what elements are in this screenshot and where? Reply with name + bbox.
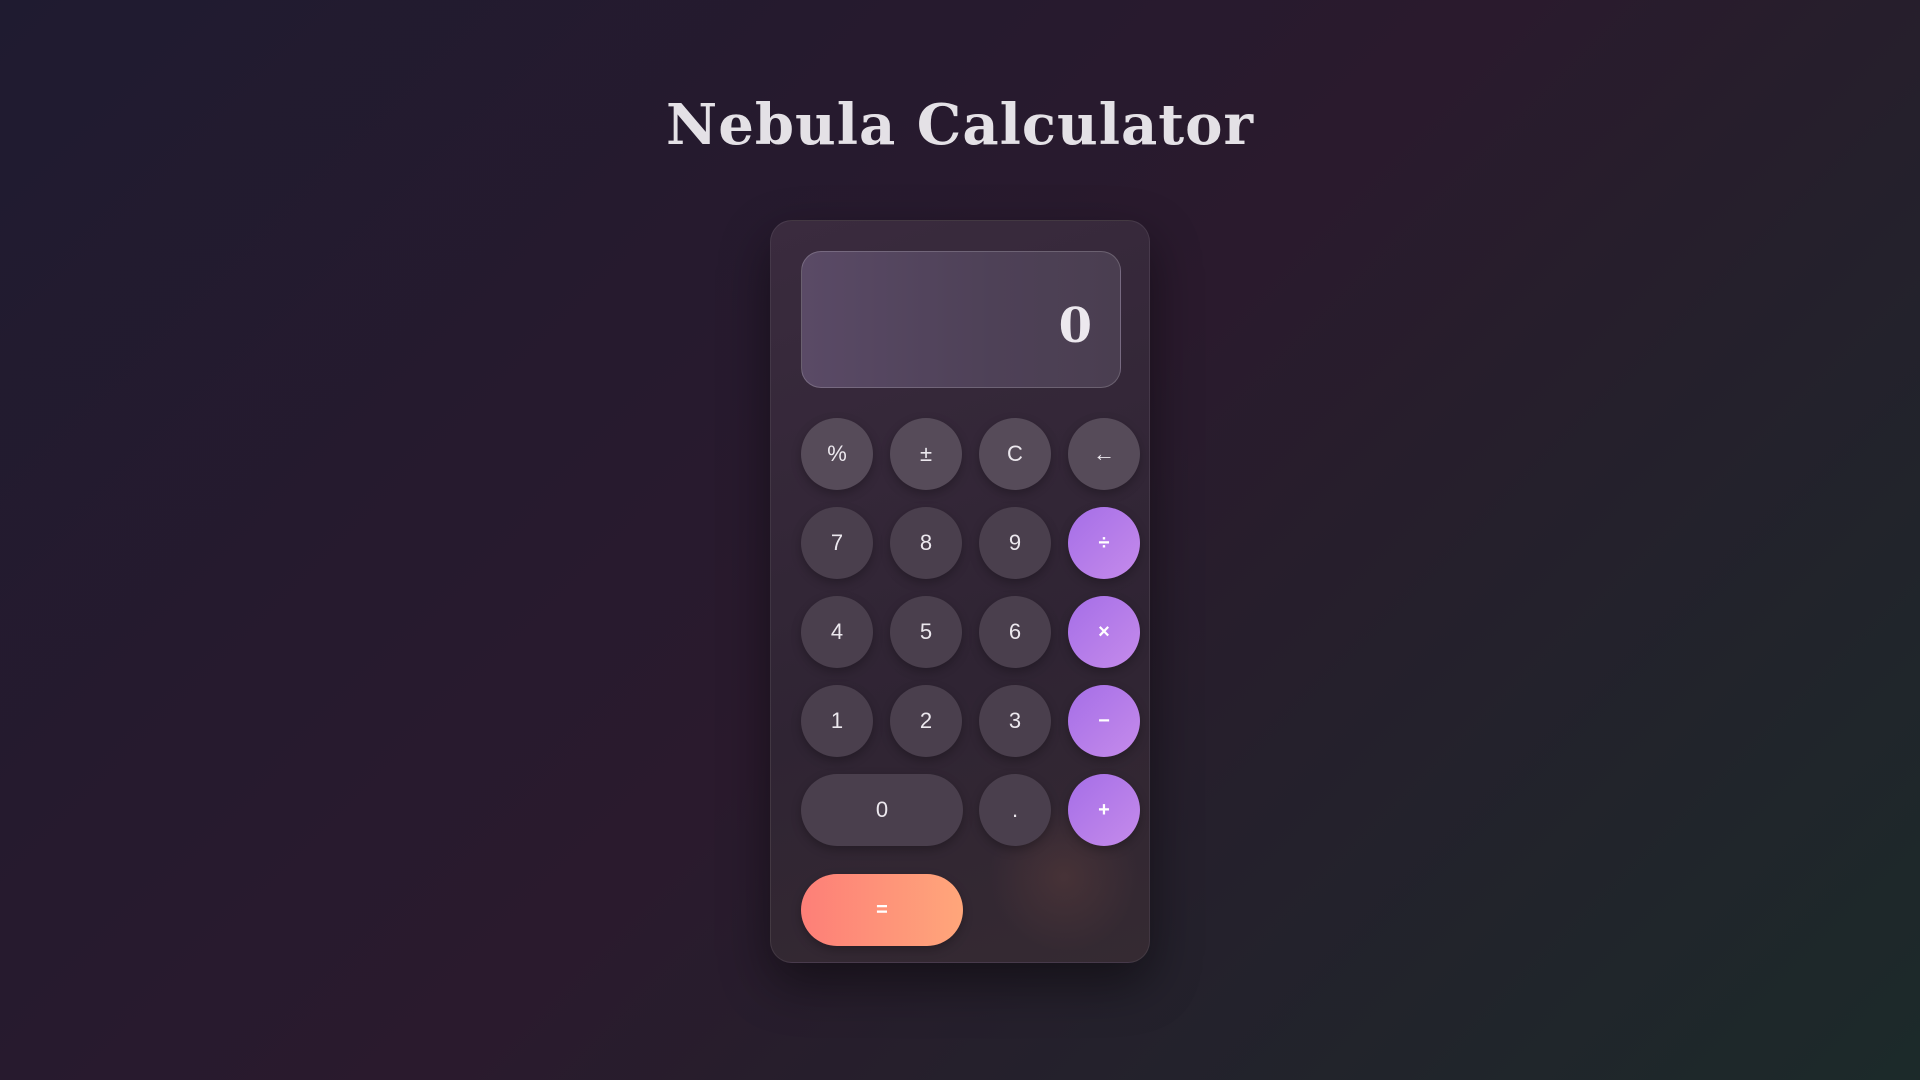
backspace-button[interactable]: ← — [1068, 418, 1140, 490]
digit-7-button[interactable]: 7 — [801, 507, 873, 579]
equals-button[interactable]: = — [801, 874, 963, 946]
digit-6-button[interactable]: 6 — [979, 596, 1051, 668]
digit-5-button[interactable]: 5 — [890, 596, 962, 668]
clear-button[interactable]: C — [979, 418, 1051, 490]
digit-9-button[interactable]: 9 — [979, 507, 1051, 579]
display-value: 0 — [1058, 298, 1092, 354]
multiply-button[interactable]: × — [1068, 596, 1140, 668]
digit-3-button[interactable]: 3 — [979, 685, 1051, 757]
digit-1-button[interactable]: 1 — [801, 685, 873, 757]
decimal-button[interactable]: . — [979, 774, 1051, 846]
divide-button[interactable]: ÷ — [1068, 507, 1140, 579]
digit-2-button[interactable]: 2 — [890, 685, 962, 757]
plus-minus-button[interactable]: ± — [890, 418, 962, 490]
subtract-button[interactable]: − — [1068, 685, 1140, 757]
app-title: Nebula Calculator — [666, 92, 1254, 158]
percent-button[interactable]: % — [801, 418, 873, 490]
calculator-panel: 0 % ± C ← 7 8 9 ÷ 4 5 6 × 1 2 3 − 0 . + … — [770, 220, 1150, 963]
digit-0-button[interactable]: 0 — [801, 774, 963, 846]
add-button[interactable]: + — [1068, 774, 1140, 846]
digit-8-button[interactable]: 8 — [890, 507, 962, 579]
calculator-display: 0 — [801, 251, 1121, 388]
digit-4-button[interactable]: 4 — [801, 596, 873, 668]
